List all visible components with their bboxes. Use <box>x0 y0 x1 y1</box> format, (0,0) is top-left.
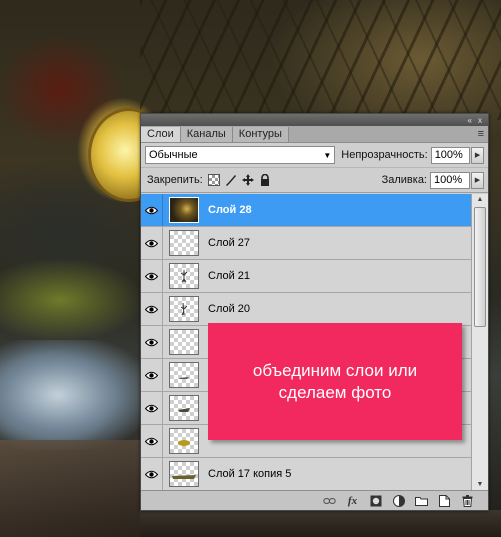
adjustment-icon[interactable] <box>392 494 405 507</box>
visibility-eye-icon[interactable] <box>141 425 163 457</box>
layer-row[interactable]: Слой 27 <box>141 227 472 260</box>
opacity-slider-button[interactable]: ▶ <box>471 146 485 164</box>
visibility-eye-icon[interactable] <box>141 326 163 358</box>
layer-thumbnail <box>169 461 199 487</box>
annotation-note-text: объединим слои или сделаем фото <box>252 360 418 402</box>
visibility-eye-icon[interactable] <box>141 260 163 292</box>
lock-pixels-brush-icon[interactable] <box>225 174 237 186</box>
layer-thumbnail <box>169 428 199 454</box>
layer-row[interactable]: Слой 20 <box>141 293 472 326</box>
annotation-note: объединим слои или сделаем фото <box>208 323 462 440</box>
opacity-label: Непрозрачность: <box>341 149 428 161</box>
layers-scrollbar[interactable]: ▲ ▼ <box>471 194 488 490</box>
chevron-down-icon: ▼ <box>323 150 332 160</box>
layer-thumbnail <box>169 329 199 355</box>
layer-thumbnail <box>169 362 199 388</box>
background-water <box>0 340 145 450</box>
panel-tabs: Слои Каналы Контуры ≡ <box>141 126 488 143</box>
background-vines <box>140 0 501 120</box>
fill-input[interactable]: 100% <box>430 171 470 189</box>
blend-mode-select[interactable]: Обычные ▼ <box>145 146 336 164</box>
scroll-up-icon[interactable]: ▲ <box>475 196 485 203</box>
trash-icon[interactable] <box>461 494 474 507</box>
visibility-eye-icon[interactable] <box>141 227 163 259</box>
visibility-eye-icon[interactable] <box>141 359 163 391</box>
layers-panel: « x Слои Каналы Контуры ≡ Обычные ▼ Непр… <box>140 113 489 511</box>
layer-row[interactable]: Слой 21 <box>141 260 472 293</box>
layer-name: Слой 28 <box>208 204 252 216</box>
panel-bottom-toolbar: fx <box>141 490 488 510</box>
layer-name: Слой 20 <box>208 303 251 315</box>
blend-mode-value: Обычные <box>149 149 198 161</box>
tab-paths[interactable]: Контуры <box>232 127 289 142</box>
layer-row[interactable]: Слой 17 копия 5 <box>141 458 472 490</box>
layer-thumbnail <box>169 263 199 289</box>
mask-icon[interactable] <box>369 494 382 507</box>
visibility-eye-icon[interactable] <box>141 194 163 226</box>
background-floor <box>140 510 501 537</box>
scroll-thumb[interactable] <box>474 207 486 327</box>
lock-row: Закрепить: Заливка: 100% ▶ <box>141 168 488 193</box>
visibility-eye-icon[interactable] <box>141 293 163 325</box>
collapse-icon[interactable]: « <box>468 116 472 125</box>
lock-all-icon[interactable] <box>259 174 271 186</box>
link-icon[interactable] <box>323 494 336 507</box>
scroll-down-icon[interactable]: ▼ <box>475 481 485 488</box>
layer-name: Слой 17 копия 5 <box>208 468 292 480</box>
layer-thumbnail <box>169 197 199 223</box>
tab-channels[interactable]: Каналы <box>180 127 233 142</box>
new-layer-icon[interactable] <box>438 494 451 507</box>
fx-icon[interactable]: fx <box>346 494 359 507</box>
close-icon[interactable]: x <box>478 116 482 125</box>
visibility-eye-icon[interactable] <box>141 458 163 490</box>
tab-layers[interactable]: Слои <box>141 127 181 142</box>
lock-label: Закрепить: <box>147 174 203 186</box>
layer-name: Слой 21 <box>208 270 251 282</box>
fill-label: Заливка: <box>381 174 427 186</box>
panel-titlebar[interactable]: « x <box>141 114 488 126</box>
folder-icon[interactable] <box>415 494 428 507</box>
layer-thumbnail <box>169 230 199 256</box>
visibility-eye-icon[interactable] <box>141 392 163 424</box>
lock-position-move-icon[interactable] <box>241 174 254 186</box>
layer-thumbnail <box>169 296 199 322</box>
opacity-input[interactable]: 100% <box>430 146 471 164</box>
layer-row[interactable]: Слой 28 <box>141 194 472 227</box>
lock-transparency-icon[interactable] <box>207 174 220 186</box>
layer-name: Слой 27 <box>208 237 251 249</box>
panel-menu-icon[interactable]: ≡ <box>478 127 484 141</box>
layer-thumbnail <box>169 395 199 421</box>
fill-slider-button[interactable]: ▶ <box>471 171 484 189</box>
blend-row: Обычные ▼ Непрозрачность: 100% ▶ <box>141 143 488 168</box>
